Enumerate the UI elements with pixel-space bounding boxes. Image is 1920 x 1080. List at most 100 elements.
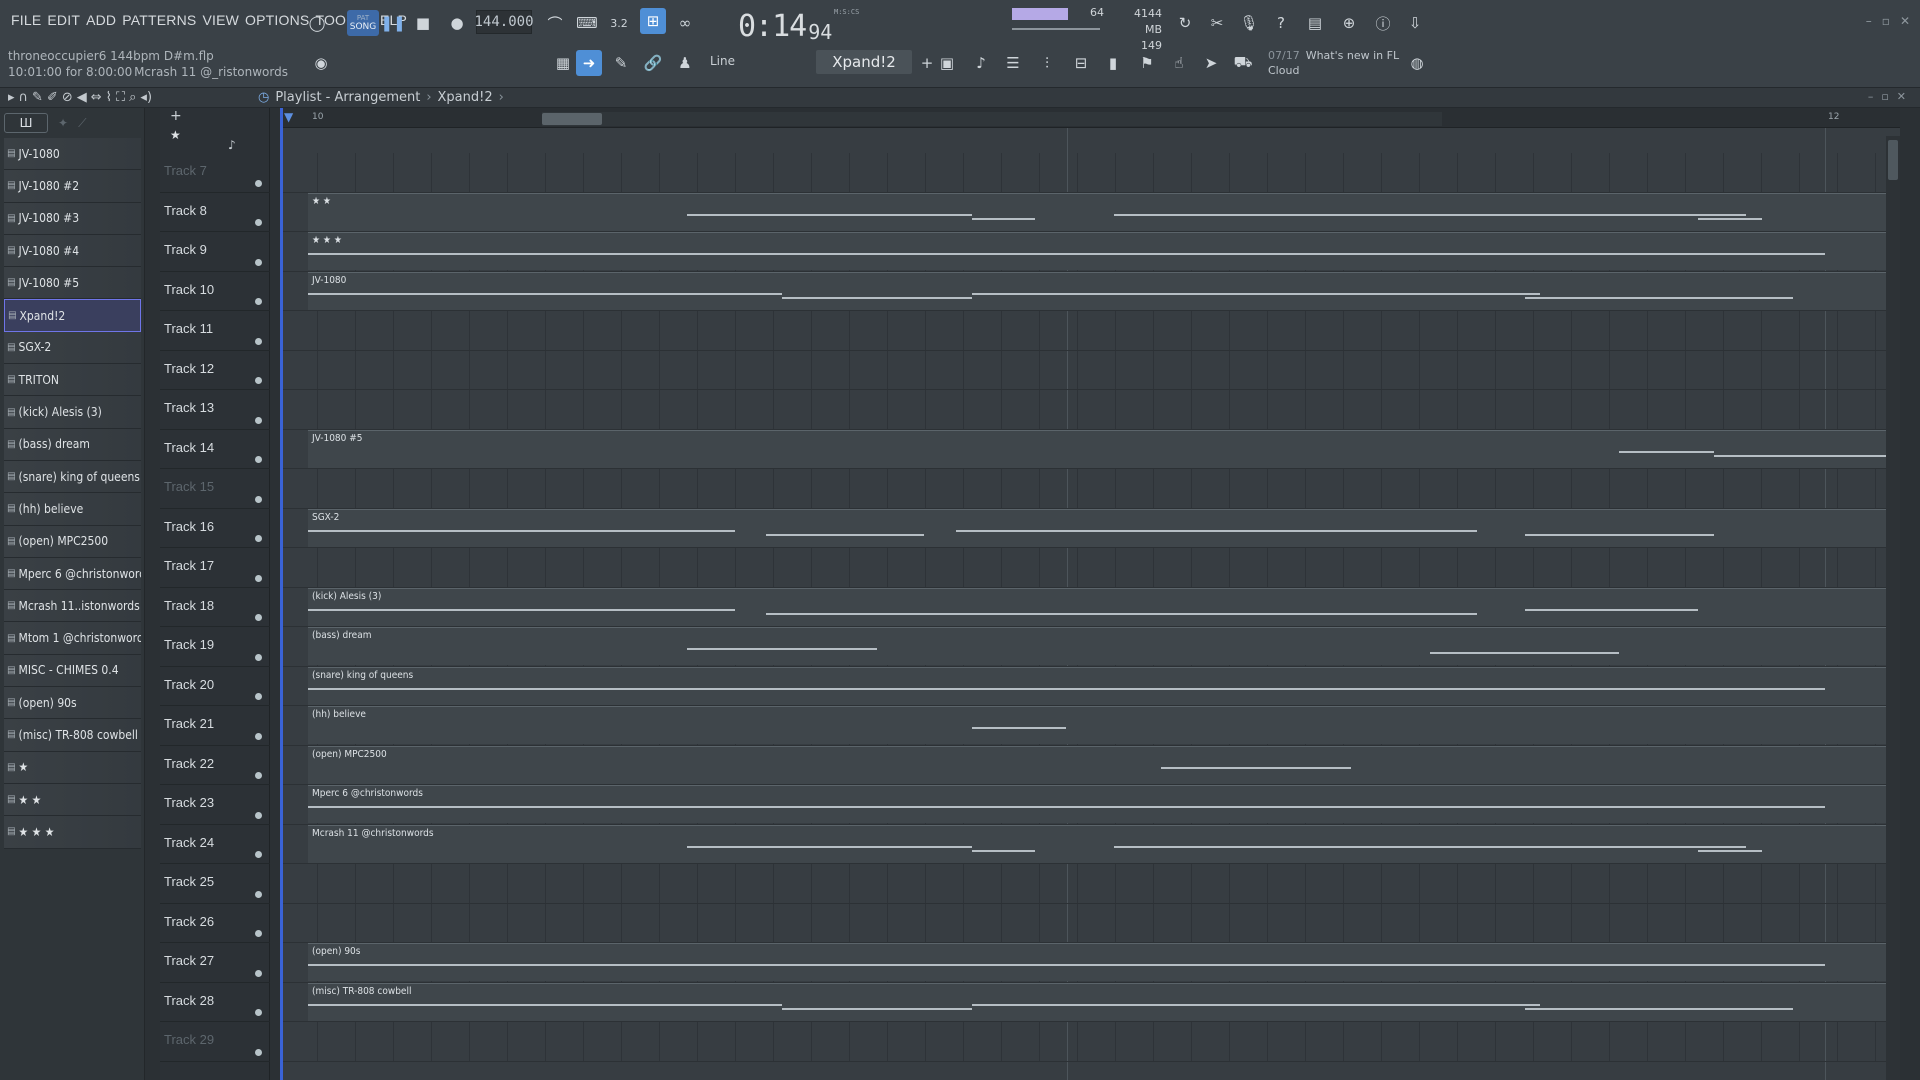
track-lane[interactable]: Mcrash 11 @christonwords: [280, 824, 1900, 864]
track-mute-indicator[interactable]: [255, 1048, 262, 1056]
track-lane[interactable]: ★ ★: [280, 192, 1900, 232]
megaphone-icon[interactable]: ➤: [1198, 50, 1224, 76]
menu-patterns[interactable]: PATTERNS: [119, 12, 199, 28]
cart-icon[interactable]: ⛟: [1230, 50, 1256, 76]
picker-item[interactable]: ▤ (misc) TR-808 cowbell: [4, 719, 141, 752]
track-lane[interactable]: [280, 153, 1900, 193]
picker-item[interactable]: ▤ ★ ★: [4, 783, 141, 817]
track-header[interactable]: Track 25: [160, 864, 270, 904]
horizontal-scroll-thumb[interactable]: [542, 113, 602, 125]
track-lane[interactable]: [280, 864, 1900, 904]
playlist-maximize-icon[interactable]: ▫: [1881, 90, 1888, 103]
track-mute-indicator[interactable]: [255, 179, 262, 187]
channel-rack-icon[interactable]: ☰: [1000, 50, 1026, 76]
track-header[interactable]: Track 7: [160, 153, 270, 193]
track-header[interactable]: Track 10: [160, 272, 270, 311]
track-mute-indicator[interactable]: [255, 930, 262, 937]
pencil-icon[interactable]: ✎: [32, 90, 43, 105]
picker-item[interactable]: ▤ (open) 90s: [4, 687, 141, 720]
step-edit-icon[interactable]: ⊞: [640, 8, 666, 34]
download-icon[interactable]: ⇩: [1402, 10, 1428, 36]
maximize-icon[interactable]: ▫: [1882, 14, 1890, 28]
track-header[interactable]: Track 20: [160, 667, 270, 706]
picker-item[interactable]: ▤ Mperc 6 @christonwords: [4, 557, 141, 591]
track-lane[interactable]: (snare) king of queens: [280, 666, 1900, 706]
stamp-icon[interactable]: ♟: [672, 50, 698, 76]
menu-add[interactable]: ADD: [83, 12, 119, 28]
track-mute-indicator[interactable]: [255, 614, 262, 621]
countdown-icon[interactable]: 3.2: [606, 10, 632, 36]
playlist-close-icon[interactable]: ✕: [1897, 90, 1906, 103]
mute-icon[interactable]: ◀: [77, 90, 87, 105]
minimize-icon[interactable]: –: [1866, 14, 1872, 28]
track-header[interactable]: Track 24: [160, 825, 270, 864]
track-lane[interactable]: (kick) Alesis (3): [280, 587, 1900, 627]
track-mute-indicator[interactable]: [255, 298, 262, 305]
track-mute-indicator[interactable]: [255, 535, 262, 542]
track-lane[interactable]: [280, 903, 1900, 943]
plugin-icon[interactable]: ⊕: [1336, 10, 1362, 36]
track-header[interactable]: Track 16: [160, 509, 270, 548]
pattern-clip[interactable]: JV-1080: [308, 271, 1888, 310]
pattern-clip[interactable]: (hh) believe: [308, 706, 1888, 744]
note-icon[interactable]: ♪: [228, 138, 236, 152]
metronome-icon[interactable]: ◯: [304, 10, 330, 36]
track-header[interactable]: Track 14: [160, 430, 270, 469]
zoom-icon[interactable]: ⌕: [129, 90, 136, 105]
track-header[interactable]: Track 17: [160, 548, 270, 588]
track-mute-indicator[interactable]: [255, 337, 262, 345]
pitch-icon[interactable]: ⌒: [542, 10, 568, 36]
picker-item[interactable]: ▤ Mcrash 11..istonwords: [4, 590, 141, 623]
picker-item[interactable]: ▤ (kick) Alesis (3): [4, 396, 141, 429]
track-mute-indicator[interactable]: [255, 258, 262, 266]
picker-item[interactable]: ▤ (bass) dream: [4, 428, 141, 461]
track-lane[interactable]: [280, 390, 1900, 430]
pattern-clip[interactable]: (kick) Alesis (3): [308, 587, 1888, 626]
track-header[interactable]: Track 11: [160, 311, 270, 351]
pattern-clip[interactable]: ★ ★: [308, 192, 1888, 231]
master-volume-knob-icon[interactable]: ◉: [308, 50, 334, 76]
picker-item[interactable]: ▤ JV-1080 #2: [4, 170, 141, 203]
arrangement-grid[interactable]: 10 11 12 ▼ ★ ★★ ★ ★JV-1080JV-1080 #5SGX-…: [280, 108, 1900, 1080]
pattern-clip[interactable]: (snare) king of queens: [308, 666, 1888, 705]
track-lane[interactable]: SGX-2: [280, 508, 1900, 548]
pattern-clip[interactable]: Mcrash 11 @christonwords: [308, 824, 1888, 863]
pattern-selector[interactable]: Xpand!2: [816, 50, 912, 74]
pattern-clip[interactable]: (misc) TR-808 cowbell: [308, 982, 1888, 1021]
piano-roll-icon[interactable]: ♪: [968, 50, 994, 76]
save-icon[interactable]: ▤: [1302, 10, 1328, 36]
info-icon[interactable]: ⓘ: [1370, 10, 1396, 36]
pause-icon[interactable]: ❚❚: [380, 10, 406, 36]
track-lane[interactable]: [280, 311, 1900, 351]
track-header[interactable]: Track 13: [160, 390, 270, 430]
playlist-icon[interactable]: ▦: [550, 50, 576, 76]
microphone-icon[interactable]: 🎙: [1236, 10, 1262, 36]
pattern-clip[interactable]: (bass) dream: [308, 627, 1888, 665]
picker-item[interactable]: ▤ ★ ★ ★: [4, 816, 141, 849]
browser-icon[interactable]: ⊟: [1068, 50, 1094, 76]
track-mute-indicator[interactable]: [255, 851, 262, 858]
picker-item[interactable]: ▤ JV-1080 #4: [4, 234, 141, 268]
snap-selector[interactable]: Line: [710, 54, 735, 68]
draw-tool-icon[interactable]: ✎: [608, 50, 634, 76]
paint-icon[interactable]: ✐: [47, 90, 58, 105]
horizontal-scrollbar[interactable]: [542, 112, 1442, 126]
pattern-clip[interactable]: SGX-2: [308, 508, 1888, 547]
track-mute-indicator[interactable]: [255, 377, 262, 384]
slice-icon[interactable]: ⌇: [106, 90, 112, 105]
menu-edit[interactable]: EDIT: [44, 12, 83, 28]
vertical-scrollbar[interactable]: [1886, 136, 1900, 1080]
picker-item[interactable]: ▤ Xpand!2: [4, 299, 141, 332]
track-mute-indicator[interactable]: [255, 890, 262, 898]
link-icon[interactable]: 🔗: [640, 50, 666, 76]
picker-item[interactable]: ▤ TRITON: [4, 364, 141, 397]
pattern-clip[interactable]: Mperc 6 @christonwords: [308, 785, 1888, 823]
picker-automation-icon[interactable]: ⟋: [78, 116, 86, 131]
track-mute-indicator[interactable]: [255, 574, 262, 582]
track-lane[interactable]: (open) 90s: [280, 943, 1900, 983]
select-icon[interactable]: ⛶: [116, 90, 125, 105]
delete-icon[interactable]: ⊘: [62, 90, 73, 105]
track-lane[interactable]: [280, 1022, 1900, 1062]
picker-item[interactable]: ▤ JV-1080 #3: [4, 202, 141, 235]
track-header[interactable]: Track 18: [160, 588, 270, 627]
